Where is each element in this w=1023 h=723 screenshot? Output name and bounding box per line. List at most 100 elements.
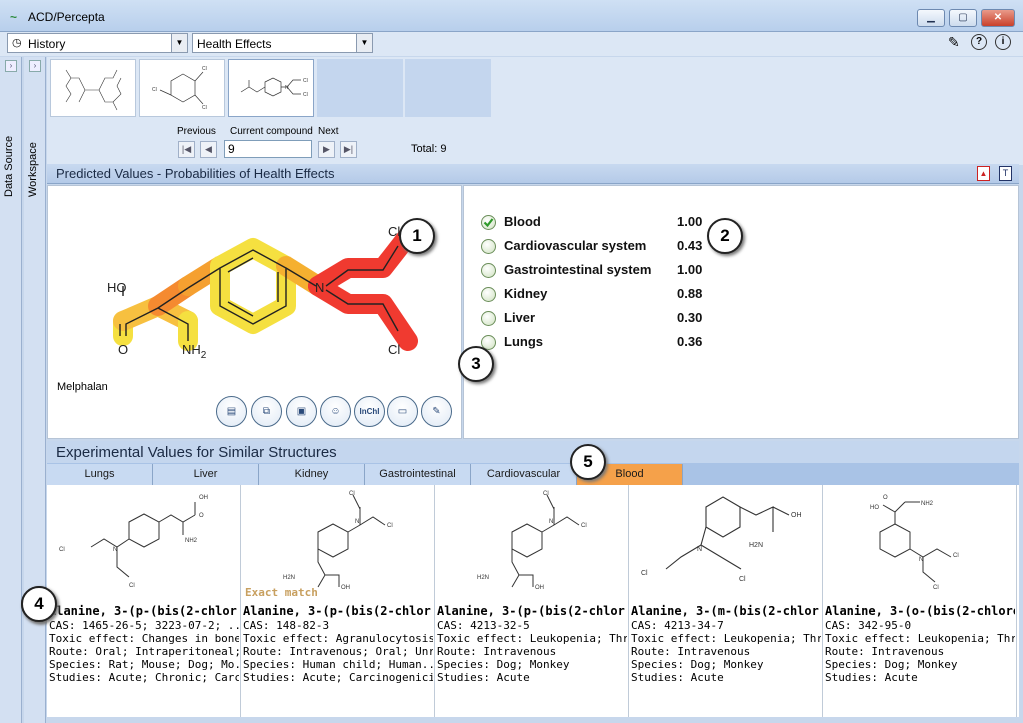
tab-gastrointestinal[interactable]: Gastrointestinal — [365, 464, 471, 485]
next-button[interactable]: ▶ — [318, 141, 335, 158]
species-line: Species: Human child; Human.. — [243, 658, 433, 671]
oh-label: HO — [107, 280, 127, 295]
module-dropdown[interactable]: Health Effects ▼ — [192, 33, 373, 53]
effect-label: Blood — [504, 214, 541, 229]
cas-line: CAS: 4213-32-5 — [437, 619, 530, 632]
svg-text:N: N — [355, 519, 359, 525]
empty-thumbnail-slot — [317, 59, 403, 117]
info-icon[interactable]: i — [995, 34, 1011, 50]
effect-row[interactable]: Gastrointestinal system 1.00 — [479, 260, 739, 280]
route-line: Route: Intravenous — [825, 645, 945, 658]
svg-text:Cl: Cl — [59, 547, 65, 553]
report-icon[interactable]: ▤ — [216, 396, 247, 427]
effect-row[interactable]: Lungs 0.36 — [479, 332, 739, 352]
compound-name: Alanine, 3-(m-(bis(2-chlor.. — [631, 604, 821, 618]
tab-lungs[interactable]: Lungs — [47, 464, 153, 485]
workspace-panel-tab[interactable]: › Workspace — [24, 57, 46, 723]
svg-text:Cl: Cl — [641, 570, 648, 577]
effect-probability: 1.00 — [677, 262, 703, 277]
wrench-icon[interactable]: ✎ — [948, 34, 960, 51]
status-circle-icon[interactable] — [481, 287, 496, 302]
svg-text:Cl: Cl — [152, 87, 157, 93]
previous-button[interactable]: ◀ — [200, 141, 217, 158]
similar-structure-card[interactable]: O HO NH2 N Cl Cl Alanine, 3-(o-(bis(2-chloro..… — [823, 485, 1017, 717]
effect-row[interactable]: Cardiovascular system 0.43 — [479, 236, 739, 256]
similar-structure-card[interactable]: N Cl Cl H2N OH Alanine, 3-(p-(bis(2-chlor.. CA… — [435, 485, 629, 717]
svg-text:OH: OH — [341, 585, 350, 591]
app-logo-icon: ~ — [10, 10, 18, 24]
svg-text:Cl: Cl — [933, 585, 939, 591]
toxic-line: Toxic effect: Leukopenia; Thr.. — [825, 632, 1015, 645]
effect-row[interactable]: Liver 0.30 — [479, 308, 739, 328]
pdf-export-icon[interactable]: ▲ — [977, 166, 990, 181]
chevron-down-icon[interactable]: ▼ — [356, 34, 372, 52]
svg-text:O: O — [883, 495, 888, 501]
effect-probability: 0.88 — [677, 286, 703, 301]
status-circle-icon[interactable] — [481, 239, 496, 254]
svg-text:Cl: Cl — [303, 78, 308, 84]
first-button[interactable]: |◀ — [178, 141, 195, 158]
edit-pencil-icon[interactable]: ✎ — [421, 396, 452, 427]
structure-drawing: OH H2N N Cl Cl — [631, 487, 819, 597]
smiley-icon[interactable]: ☺ — [320, 396, 351, 427]
similar-structures-icon[interactable]: ⧉ — [251, 396, 282, 427]
data-source-panel-tab[interactable]: › Data Source — [0, 57, 22, 723]
species-line: Species: Dog; Monkey — [631, 658, 764, 671]
cas-line: CAS: 1465-26-5; 3223-07-2; .. — [49, 619, 239, 632]
studies-line: Studies: Acute; Carcinogenicity — [243, 671, 433, 684]
current-compound-input[interactable]: 9 — [224, 140, 312, 158]
clock-icon: ◷ — [12, 37, 22, 49]
compound-name: Melphalan — [57, 381, 108, 393]
compound-thumbnail[interactable] — [50, 59, 136, 117]
compound-name: Alanine, 3-(o-(bis(2-chloro.. — [825, 604, 1015, 618]
o-label: O — [118, 342, 128, 357]
effect-row[interactable]: Blood 1.00 — [479, 212, 739, 232]
status-circle-icon[interactable] — [481, 263, 496, 278]
expand-icon[interactable]: › — [29, 60, 41, 72]
svg-text:NH2: NH2 — [185, 538, 198, 544]
svg-text:Cl: Cl — [953, 553, 959, 559]
svg-text:H2N: H2N — [749, 542, 763, 549]
effect-label: Cardiovascular system — [504, 238, 647, 253]
toxic-line: Toxic effect: Changes in bone.. — [49, 632, 239, 645]
callout-1: 1 — [399, 218, 435, 254]
status-circle-icon[interactable] — [481, 311, 496, 326]
history-dropdown-value: History — [28, 37, 66, 51]
close-button[interactable]: ✕ — [981, 9, 1015, 27]
check-circle-icon[interactable] — [481, 215, 496, 230]
open-folder-icon[interactable]: ▭ — [387, 396, 418, 427]
similar-structure-card[interactable]: OH O NH2 N Cl Cl Alanine, 3-(p-(bis(2-chlor.. C… — [47, 485, 241, 717]
minimize-button[interactable]: ▁ — [917, 9, 945, 27]
tab-cardiovascular[interactable]: Cardiovascular — [471, 464, 577, 485]
compound-thumbnail[interactable]: Cl Cl Cl — [139, 59, 225, 117]
copy-text-icon[interactable]: T — [999, 166, 1012, 181]
structure-drawing: N Cl Cl H2N OH — [243, 487, 431, 597]
last-button[interactable]: ▶| — [340, 141, 357, 158]
effect-label: Kidney — [504, 286, 548, 301]
svg-text:Cl: Cl — [202, 105, 207, 111]
similar-structure-card[interactable]: OH H2N N Cl Cl Alanine, 3-(m-(bis(2-chlor.. CA… — [629, 485, 823, 717]
database-icon[interactable]: ▣ — [286, 396, 317, 427]
callout-5-overlay: 5 — [570, 444, 606, 480]
maximize-button[interactable]: ▢ — [949, 9, 977, 27]
help-icon[interactable]: ? — [971, 34, 987, 50]
svg-text:Cl: Cl — [739, 576, 746, 583]
species-line: Species: Rat; Mouse; Dog; Mo.. — [49, 658, 239, 671]
svg-text:H2N: H2N — [283, 575, 295, 581]
expand-icon[interactable]: › — [5, 60, 17, 72]
tab-kidney[interactable]: Kidney — [259, 464, 365, 485]
inchi-icon[interactable]: InChI — [354, 396, 385, 427]
tab-liver[interactable]: Liver — [153, 464, 259, 485]
effect-row[interactable]: Kidney 0.88 — [479, 284, 739, 304]
species-line: Species: Dog; Monkey — [437, 658, 570, 671]
effect-probability: 0.43 — [677, 238, 703, 253]
studies-line: Studies: Acute — [631, 671, 724, 684]
predicted-values-title: Predicted Values - Probabilities of Heal… — [56, 166, 335, 181]
total-count: Total: 9 — [411, 143, 447, 155]
chevron-down-icon[interactable]: ▼ — [171, 34, 187, 52]
callout-2: 2 — [707, 218, 743, 254]
compound-thumbnail-selected[interactable]: N Cl Cl — [228, 59, 314, 117]
svg-text:Cl: Cl — [581, 523, 587, 529]
similar-structure-card[interactable]: N Cl Cl H2N OH Exact match Alanine, 3-(p-(bis(… — [241, 485, 435, 717]
history-dropdown[interactable]: ◷ History ▼ — [7, 33, 188, 53]
